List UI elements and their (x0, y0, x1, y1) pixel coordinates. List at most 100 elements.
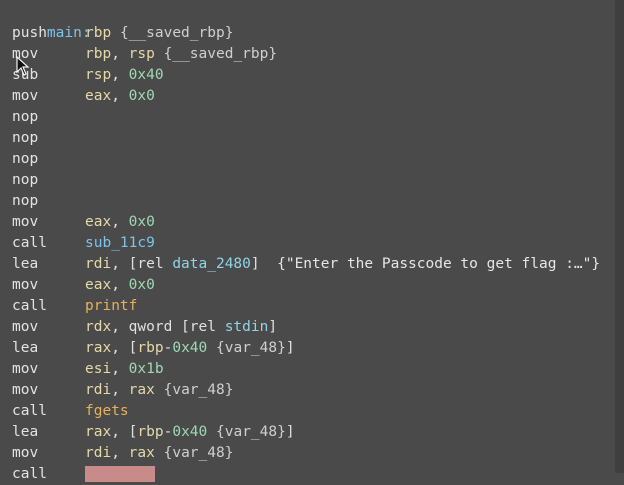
register-token: rax (128, 445, 155, 461)
instruction-line[interactable]: mov eax, 0x0 (0, 212, 624, 233)
register-token: rsp (128, 46, 155, 62)
operand-token: qword [ (128, 319, 190, 335)
operand-token (207, 340, 216, 356)
register-token: rbp (85, 46, 112, 62)
instruction-line[interactable]: mov rdx, qword [rel stdin] (0, 317, 624, 338)
operand-token (155, 445, 164, 461)
operand-token: , [ (111, 424, 138, 440)
mnemonic: mov (12, 277, 39, 293)
instruction-line[interactable]: call fgets (0, 401, 624, 422)
operand-token: ] (285, 340, 295, 356)
mnemonic: nop (12, 172, 39, 188)
sub-call-target[interactable]: sub_11c9 (85, 235, 155, 251)
variable-annotation[interactable]: {var_48} (164, 445, 234, 461)
disassembly-view[interactable]: main: push rbp {__saved_rbp} mov rbp, rsp {… (0, 0, 624, 482)
operand-token: , (111, 319, 129, 335)
immediate-token: 0x40 (128, 67, 164, 83)
mnemonic: mov (12, 214, 39, 230)
operands: rbp {__saved_rbp} (85, 23, 233, 44)
instruction-line[interactable]: mov eax, 0x0 (0, 275, 624, 296)
mnemonic: nop (12, 130, 39, 146)
operands: printf (85, 296, 137, 317)
instruction-line[interactable]: nop (0, 170, 624, 191)
mnemonic: lea (12, 256, 39, 272)
mnemonic: push (12, 25, 47, 41)
instruction-line[interactable]: lea rax, [rbp-0x40 {var_48}] (0, 422, 624, 443)
instruction-line[interactable]: push rbp {__saved_rbp} (0, 23, 624, 44)
variable-annotation[interactable]: {__saved_rbp} (164, 46, 278, 62)
variable-annotation[interactable]: {var_48} (164, 382, 234, 398)
mnemonic: nop (12, 151, 39, 167)
mnemonic: nop (12, 193, 39, 209)
symbol-token[interactable]: stdin (225, 319, 269, 335)
immediate-token: 0x0 (128, 214, 155, 230)
instruction-line[interactable]: nop (0, 107, 624, 128)
instruction-line[interactable]: mov eax, 0x0 (0, 86, 624, 107)
operand-token: , (111, 88, 129, 104)
mnemonic: call (12, 403, 47, 419)
register-token: rdi (85, 445, 112, 461)
immediate-token: 0x1b (128, 361, 164, 377)
operand-token: ] (285, 424, 295, 440)
operand-token (207, 424, 216, 440)
operands: eax, 0x0 (85, 86, 155, 107)
operands: rax, [rbp-0x40 {var_48}] (85, 338, 295, 359)
register-token: rbp (137, 340, 164, 356)
variable-annotation[interactable]: {__saved_rbp} (120, 25, 234, 41)
instruction-line[interactable]: call printf (0, 296, 624, 317)
mnemonic: call (12, 466, 47, 482)
operand-token: rel (137, 256, 173, 272)
instruction-line[interactable]: nop (0, 149, 624, 170)
string-annotation: {"Enter the Passcode to get flag :…"} (277, 256, 601, 272)
register-token: rbp (137, 424, 164, 440)
symbol-token[interactable]: data_2480 (172, 256, 251, 272)
import-call-target[interactable]: printf (85, 298, 137, 314)
instruction-line[interactable]: call sub_11c9 (0, 233, 624, 254)
instruction-line[interactable]: lea rax, [rbp-0x40 {var_48}] (0, 338, 624, 359)
operands: rbp, rsp {__saved_rbp} (85, 44, 277, 65)
instruction-line[interactable]: lea rdi, [rel data_2480] {"Enter the Pass… (0, 254, 624, 275)
instruction-line[interactable]: mov rdi, rax {var_48} (0, 443, 624, 464)
instruction-line[interactable]: subrsp, 0x40 (0, 65, 624, 86)
variable-annotation[interactable]: {var_48} (216, 340, 286, 356)
operand-token: ] (268, 319, 278, 335)
mnemonic: mov (12, 88, 39, 104)
scrollbar-track[interactable] (615, 0, 624, 473)
operand-token: , (111, 382, 129, 398)
operands: sub_11c1 (85, 464, 155, 485)
operands: esi, 0x1b (85, 359, 164, 380)
operands: eax, 0x0 (85, 275, 155, 296)
mnemonic: mov (12, 361, 39, 377)
operands: rdi, [rel data_2480] {"Enter the Passcod… (85, 254, 600, 275)
operand-token: , (111, 46, 129, 62)
register-token: eax (85, 214, 112, 230)
register-token: rdx (85, 319, 112, 335)
operand-token: , (111, 361, 129, 377)
instruction-line[interactable]: mov rdi, rax {var_48} (0, 380, 624, 401)
mnemonic: mov (12, 319, 39, 335)
register-token: rbp (85, 25, 112, 41)
instruction-line[interactable]: mov rbp, rsp {__saved_rbp} (0, 44, 624, 65)
variable-annotation[interactable]: {var_48} (216, 424, 286, 440)
instruction-line[interactable]: mov esi, 0x1b (0, 359, 624, 380)
register-token: esi (85, 361, 112, 377)
immediate-token: 0x0 (128, 88, 155, 104)
import-call-target[interactable]: fgets (85, 403, 129, 419)
mnemonic: call (12, 235, 47, 251)
mnemonic: lea (12, 424, 39, 440)
operand-token: ] (250, 256, 278, 272)
instruction-line[interactable]: nop (0, 191, 624, 212)
register-token: eax (85, 277, 112, 293)
instruction-line[interactable]: call sub_11c1 (0, 464, 624, 485)
operand-token: , (111, 445, 129, 461)
operand-token (111, 25, 120, 41)
operands: rdi, rax {var_48} (85, 380, 233, 401)
mnemonic: nop (12, 109, 39, 125)
operand-token: , [ (111, 340, 138, 356)
function-label[interactable]: main: (12, 2, 624, 41)
instruction-line[interactable]: nop (0, 128, 624, 149)
operands: rdx, qword [rel stdin] (85, 317, 277, 338)
highlighted-call-target[interactable]: sub_11c1 (85, 466, 155, 482)
operand-token (155, 382, 164, 398)
operands: eax, 0x0 (85, 212, 155, 233)
